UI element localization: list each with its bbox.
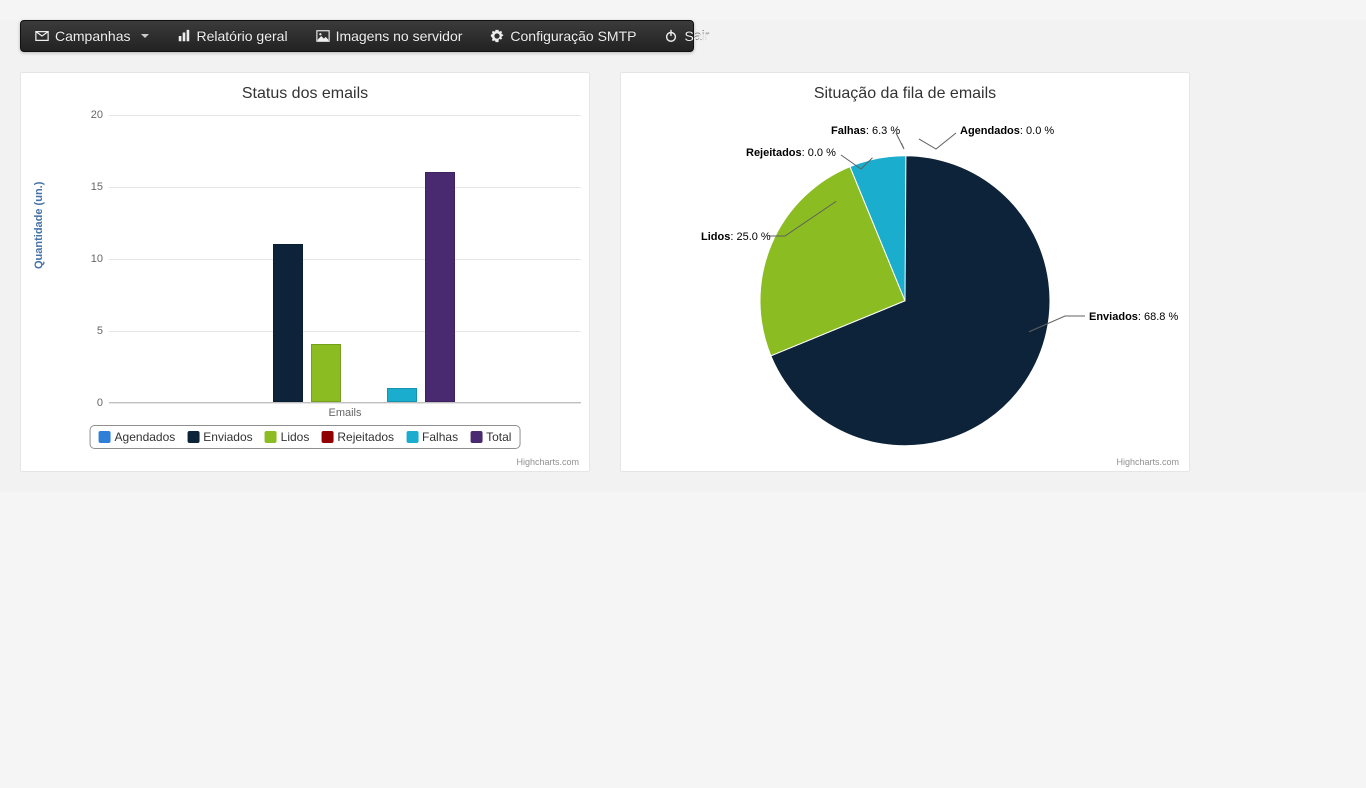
nav-relatorio[interactable]: Relatório geral (163, 22, 302, 50)
pie-chart: Enviados: 68.8 % Lidos: 25.0 % Falhas: 6.3… (631, 109, 1179, 469)
ytick-label: 15 (79, 181, 103, 193)
gridline (109, 187, 581, 188)
pie-label-agendados: Agendados: 0.0 % (960, 125, 1054, 137)
legend-item-total[interactable]: Total (470, 430, 511, 444)
nav-relatorio-label: Relatório geral (197, 28, 288, 44)
highcharts-credit[interactable]: Highcharts.com (1116, 457, 1179, 467)
legend-swatch (406, 431, 418, 443)
power-icon (664, 29, 678, 43)
highcharts-credit[interactable]: Highcharts.com (516, 457, 579, 467)
nav-sair[interactable]: Sair (650, 22, 723, 50)
legend-label: Total (486, 430, 511, 444)
legend-item-lidos[interactable]: Lidos (265, 430, 310, 444)
ytick-label: 10 (79, 253, 103, 265)
pie-label-rejeitados: Rejeitados: 0.0 % (746, 147, 836, 159)
bar-chart-xlabel: Emails (109, 407, 581, 419)
nav-smtp-label: Configuração SMTP (510, 28, 636, 44)
gridline (109, 115, 581, 116)
bar-chart-legend: Agendados Enviados Lidos Rejeitados Falhas To… (90, 425, 521, 449)
bar-chart-plot: 05101520 (109, 115, 581, 403)
legend-swatch (187, 431, 199, 443)
legend-swatch (99, 431, 111, 443)
bar-total[interactable] (425, 172, 455, 402)
bar-enviados[interactable] (273, 244, 303, 402)
pie-label-falhas: Falhas: 6.3 % (831, 125, 900, 137)
legend-item-agendados[interactable]: Agendados (99, 430, 176, 444)
gear-icon (490, 29, 504, 43)
legend-label: Rejeitados (337, 430, 394, 444)
gridline (109, 403, 581, 404)
nav-smtp[interactable]: Configuração SMTP (476, 22, 650, 50)
pie-label-enviados: Enviados: 68.8 % (1089, 311, 1178, 323)
bar-chart-ylabel: Quantidade (un.) (33, 182, 45, 269)
bar-chart-title: Status dos emails (31, 85, 579, 103)
panel-fila-emails: Situação da fila de emails Enviados: 68.… (620, 72, 1190, 472)
gridline (109, 331, 581, 332)
nav-campanhas[interactable]: Campanhas (21, 22, 163, 50)
legend-label: Lidos (281, 430, 310, 444)
pie-connectors (631, 109, 1201, 469)
nav-campanhas-label: Campanhas (55, 28, 131, 44)
navbar: Campanhas Relatório geral Imagens no ser… (20, 20, 694, 52)
legend-swatch (321, 431, 333, 443)
legend-label: Agendados (115, 430, 176, 444)
legend-swatch (265, 431, 277, 443)
legend-item-enviados[interactable]: Enviados (187, 430, 252, 444)
panel-status-emails: Status dos emails Quantidade (un.) 05101… (20, 72, 590, 472)
nav-sair-label: Sair (684, 28, 709, 44)
ytick-label: 5 (79, 325, 103, 337)
ytick-label: 20 (79, 109, 103, 121)
nav-imagens-label: Imagens no servidor (336, 28, 463, 44)
legend-item-rejeitados[interactable]: Rejeitados (321, 430, 394, 444)
envelope-icon (35, 29, 49, 43)
bar-chart: Quantidade (un.) 05101520 Emails Agendad… (31, 109, 579, 449)
bar-chart-icon (177, 29, 191, 43)
dashboard-panels: Status dos emails Quantidade (un.) 05101… (20, 72, 1346, 472)
legend-item-falhas[interactable]: Falhas (406, 430, 458, 444)
gridline (109, 259, 581, 260)
legend-swatch (470, 431, 482, 443)
legend-label: Falhas (422, 430, 458, 444)
bar-lidos[interactable] (311, 344, 341, 402)
chevron-down-icon (141, 34, 149, 38)
ytick-label: 0 (79, 397, 103, 409)
image-icon (316, 29, 330, 43)
pie-label-lidos: Lidos: 25.0 % (701, 231, 771, 243)
pie-chart-title: Situação da fila de emails (631, 85, 1179, 103)
bar-falhas[interactable] (387, 388, 417, 402)
legend-label: Enviados (203, 430, 252, 444)
nav-imagens[interactable]: Imagens no servidor (302, 22, 477, 50)
